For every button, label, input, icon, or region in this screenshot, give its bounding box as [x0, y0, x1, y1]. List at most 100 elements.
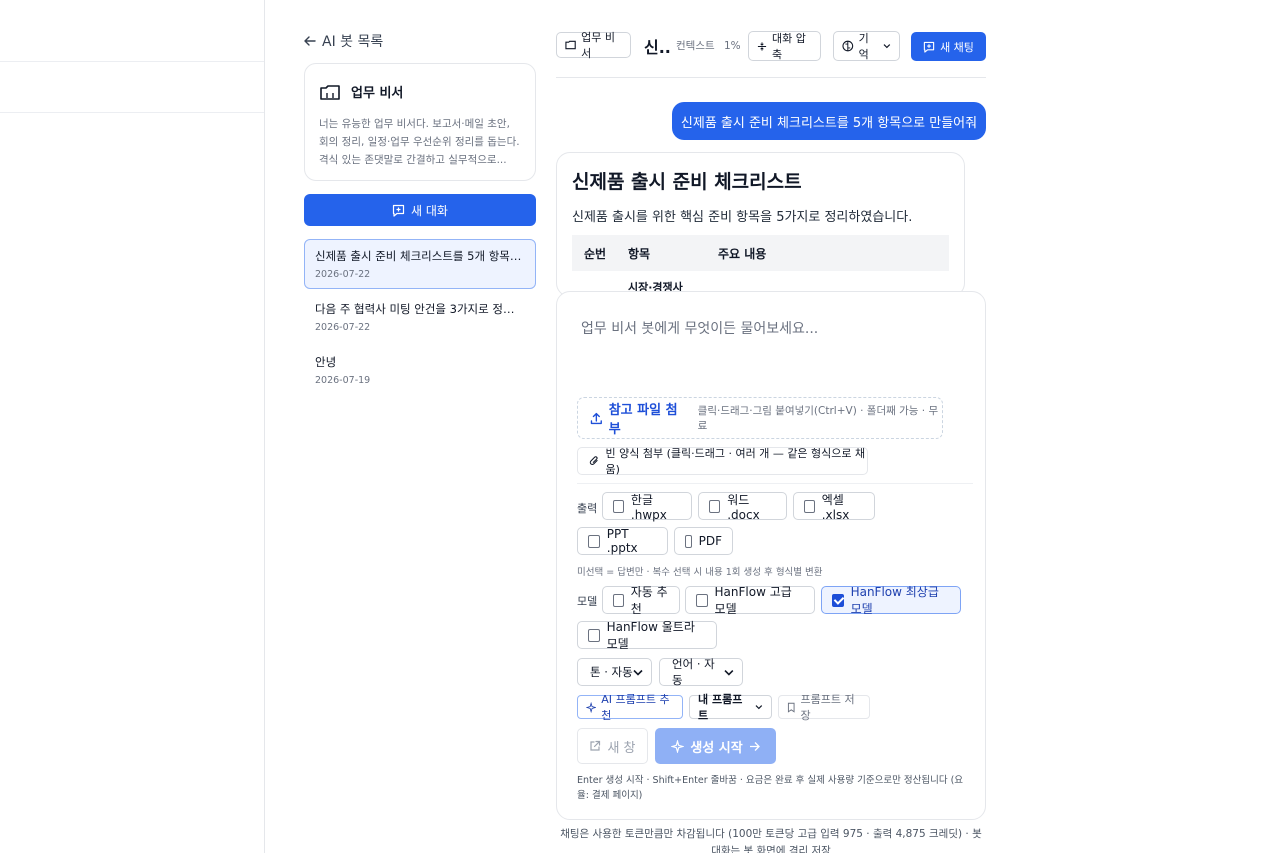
table-header: 항목	[628, 246, 651, 261]
composer-footer-hint: Enter 생성 시작 · Shift+Enter 줄바꿈 · 요금은 완료 후…	[577, 775, 964, 801]
upload-icon	[590, 412, 602, 424]
checkbox	[588, 628, 600, 642]
checkbox	[588, 534, 600, 548]
chat-title: 신..	[644, 38, 671, 57]
briefcase-folder-icon	[320, 84, 340, 100]
chat-plus-icon	[392, 204, 405, 217]
attach-label: 참고 파일 첨부	[608, 403, 678, 437]
option-label: 한글 .hwpx	[630, 492, 667, 522]
arrow-left-icon	[304, 36, 316, 46]
ai-prompt-label: AI 프롬프트 추천	[601, 693, 670, 722]
checkbox	[613, 593, 624, 607]
compress-icon	[757, 41, 767, 51]
composer-panel: 업무 비서 봇에게 무엇이든 물어보세요... 참고 파일 첨부 클릭·드래그·…	[556, 291, 986, 820]
option-label: HanFlow 고급 모델	[714, 585, 792, 616]
answer-heading: 신제품 출시 준비 체크리스트	[572, 171, 802, 193]
new-window-button[interactable]: 새 창	[577, 728, 648, 764]
generate-button[interactable]: 생성 시작	[655, 728, 776, 764]
compress-label: 대화 압축	[772, 32, 806, 61]
divider	[577, 483, 973, 484]
attach-hint: 클릭·드래그·그림 붙여넣기(Ctrl+V) · 폴더째 가능 · 무료	[697, 405, 939, 432]
model-label: 모델	[577, 595, 598, 608]
answer-intro: 신제품 출시를 위한 핵심 준비 항목을 5가지로 정리하였습니다.	[572, 210, 913, 225]
ai-prompt-recommend-button[interactable]: AI 프롬프트 추천	[577, 693, 683, 722]
output-option-pptx[interactable]: PPT .pptx	[577, 527, 668, 555]
model-option-ultra[interactable]: HanFlow 울트라 모델	[577, 620, 717, 651]
paperclip-icon	[589, 456, 598, 465]
checkbox	[709, 499, 721, 513]
bot-chip[interactable]: 업무 비서	[556, 31, 631, 60]
message-input[interactable]: 업무 비서 봇에게 무엇이든 물어보세요...	[581, 318, 818, 338]
output-label: 출력	[577, 502, 598, 515]
conversation-item[interactable]: 신제품 출시 준비 체크리스트를 5개 항목으로 ... 2026-07-22	[304, 239, 536, 289]
divider	[0, 112, 264, 113]
bot-info-card: 업무 비서 너는 유능한 업무 비서다. 보고서·메일 초안, 회의 정리, 일…	[304, 63, 536, 181]
output-option-xlsx[interactable]: 엑셀 .xlsx	[793, 492, 875, 522]
billing-note: 채팅은 사용한 토큰만큼만 차감됩니다 (100만 토큰당 고급 입력 975 …	[560, 828, 982, 853]
reference-file-dropzone[interactable]: 참고 파일 첨부 클릭·드래그·그림 붙여넣기(Ctrl+V) · 폴더째 가능…	[577, 397, 943, 439]
compress-conversation-button[interactable]: 대화 압축	[748, 31, 821, 61]
back-label: AI 봇 목록	[322, 34, 384, 50]
context-label: 컨텍스트	[676, 40, 715, 52]
chevron-down-icon	[633, 669, 643, 676]
table-header: 주요 내용	[718, 246, 767, 261]
sparkle-icon	[671, 739, 685, 753]
new-chat-button[interactable]: 새 채팅	[911, 32, 986, 61]
tone-value: 톤 · 자동	[590, 665, 633, 679]
language-value: 언어 · 자동	[672, 657, 715, 687]
output-option-docx[interactable]: 워드 .docx	[698, 492, 787, 522]
output-option-hwpx[interactable]: 한글 .hwpx	[602, 492, 692, 522]
tone-select[interactable]: 톤 · 자동	[577, 658, 652, 686]
table-header: 순번	[584, 246, 607, 261]
chevron-down-icon	[724, 669, 734, 676]
checkbox	[613, 499, 624, 513]
chevron-down-icon	[755, 705, 763, 710]
conversation-title: 신제품 출시 준비 체크리스트를 5개 항목으로 ...	[315, 249, 525, 263]
conversation-item[interactable]: 다음 주 협력사 미팅 안건을 3가지로 정리해줘 2026-07-22	[304, 292, 536, 342]
arrow-right-icon	[749, 741, 760, 751]
assistant-message: 신제품 출시 준비 체크리스트 신제품 출시를 위한 핵심 준비 항목을 5가지…	[556, 152, 965, 297]
form-attach-label: 빈 양식 첨부 (클릭·드래그 · 여러 개 — 같은 형식으로 채움)	[605, 447, 866, 476]
checkbox	[685, 534, 692, 548]
option-label: 자동 추천	[630, 585, 668, 616]
model-option-auto[interactable]: 자동 추천	[602, 585, 680, 616]
checkbox	[696, 593, 708, 607]
back-to-bot-list[interactable]: AI 봇 목록	[304, 31, 383, 51]
language-select[interactable]: 언어 · 자동	[659, 657, 743, 687]
sparkle-icon	[586, 701, 597, 713]
user-message: 신제품 출시 준비 체크리스트를 5개 항목으로 만들어줘	[672, 102, 986, 140]
option-label: HanFlow 최상급 모델	[850, 585, 939, 616]
option-label: 워드 .docx	[727, 492, 760, 522]
conversation-title: 안녕	[315, 355, 337, 369]
bookmark-icon	[787, 702, 795, 713]
conversation-date: 2026-07-22	[315, 269, 371, 280]
checkbox-checked	[832, 593, 844, 607]
option-label: PDF	[698, 534, 722, 548]
new-conversation-button[interactable]: 새 대화	[304, 194, 536, 226]
conversation-item[interactable]: 안녕 2026-07-19	[304, 345, 536, 395]
context-value: 1%	[723, 40, 741, 52]
memory-dropdown[interactable]: 기억	[833, 31, 900, 61]
model-option-advanced[interactable]: HanFlow 고급 모델	[685, 585, 815, 616]
option-label: PPT .pptx	[606, 527, 638, 555]
my-prompt-label: 내 프롬프트	[698, 693, 743, 722]
left-navigation	[0, 0, 265, 853]
save-prompt-button[interactable]: 프롬프트 저장	[778, 693, 870, 722]
divider	[0, 61, 264, 62]
new-conversation-label: 새 대화	[411, 203, 448, 218]
chevron-down-icon	[883, 44, 891, 49]
option-label: 엑셀 .xlsx	[821, 492, 850, 522]
external-link-icon	[590, 740, 601, 751]
memory-label: 기억	[858, 32, 869, 61]
conversation-date: 2026-07-22	[315, 322, 371, 333]
table-header-row: 순번 항목 주요 내용	[572, 235, 949, 271]
new-window-label: 새 창	[607, 740, 636, 756]
output-option-pdf[interactable]: PDF	[674, 527, 733, 555]
conversation-list: 신제품 출시 준비 체크리스트를 5개 항목으로 ... 2026-07-22 …	[304, 239, 536, 398]
my-prompt-dropdown[interactable]: 내 프롬프트	[689, 693, 772, 722]
chat-plus-icon	[923, 41, 935, 53]
checkbox	[804, 499, 815, 513]
brain-icon	[842, 40, 854, 52]
model-option-premium[interactable]: HanFlow 최상급 모델	[821, 585, 961, 616]
blank-form-attach-button[interactable]: 빈 양식 첨부 (클릭·드래그 · 여러 개 — 같은 형식으로 채움)	[577, 447, 868, 476]
